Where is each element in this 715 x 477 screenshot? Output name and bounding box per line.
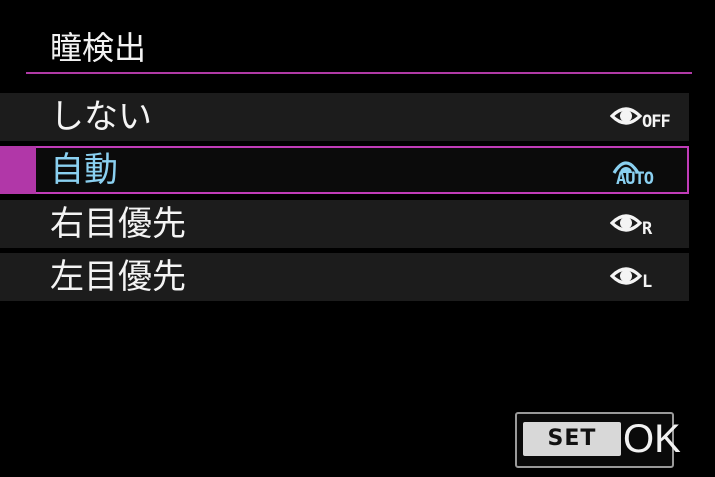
screen-title: 瞳検出 <box>50 29 147 67</box>
eye-auto-icon-tag: AUTO <box>616 169 654 189</box>
menu-item-label: 右目優先 <box>50 204 186 244</box>
eye-off-icon-tag: OFF <box>642 112 671 132</box>
title-divider <box>26 72 692 74</box>
menu-item-label: 左目優先 <box>50 257 186 297</box>
eye-left-icon: L <box>610 262 680 296</box>
menu-item-right-eye[interactable]: 右目優先 R <box>0 200 689 248</box>
set-key-label: SET <box>523 422 621 456</box>
set-ok-button[interactable]: SET OK <box>515 412 681 468</box>
eye-right-icon: R <box>610 209 680 243</box>
selection-indicator <box>0 146 36 194</box>
eye-left-icon-tag: L <box>642 272 652 292</box>
menu-item-off[interactable]: しない OFF <box>0 93 689 141</box>
eye-right-icon-tag: R <box>642 219 652 239</box>
menu-item-auto[interactable]: 自動 AUTO <box>0 146 689 194</box>
menu-item-left-eye[interactable]: 左目優先 L <box>0 253 689 301</box>
eye-off-icon: OFF <box>610 102 680 136</box>
eye-auto-icon: AUTO <box>610 155 680 189</box>
menu-item-label: しない <box>50 97 152 137</box>
ok-label: OK <box>623 417 681 461</box>
menu-item-label: 自動 <box>50 150 118 190</box>
